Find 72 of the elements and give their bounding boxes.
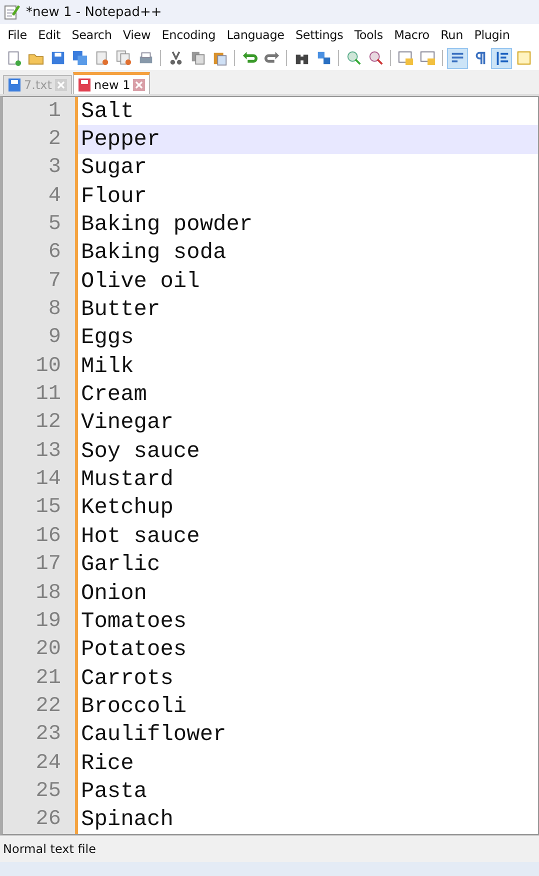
line-number: 18: [3, 578, 75, 608]
file-tab[interactable]: new 1: [72, 72, 150, 94]
word-wrap-icon[interactable]: [447, 48, 468, 68]
menu-item[interactable]: Edit: [32, 28, 66, 42]
line-text: Milk: [81, 354, 134, 379]
line-number: 7: [3, 267, 75, 296]
menu-item[interactable]: Plugin: [468, 28, 516, 42]
menu-item[interactable]: Search: [66, 28, 118, 42]
line-text: Vinegar: [81, 410, 174, 436]
line-text: Baking powder: [81, 212, 253, 238]
line-number: 22: [3, 692, 75, 721]
line-text: Tomatoes: [81, 608, 187, 634]
line-number: 5: [3, 210, 75, 239]
line-text: Flour: [81, 184, 148, 209]
line-text: Sugar: [81, 155, 148, 180]
line-number: 15: [3, 494, 75, 522]
line-number: 17: [3, 550, 75, 579]
line-number: 19: [3, 607, 75, 636]
line-text: Pasta: [81, 778, 148, 804]
line-text: Pepper: [81, 127, 160, 152]
line-text: Cream: [81, 382, 148, 408]
line-number: 14: [3, 465, 75, 494]
status-text: Normal text file: [3, 842, 96, 856]
menu-item[interactable]: Run: [434, 28, 469, 42]
line-text: Carrots: [81, 666, 174, 691]
line-number: 20: [3, 636, 75, 664]
line-text: Olive oil: [81, 268, 200, 294]
line-number: 3: [3, 154, 75, 182]
line-number: 25: [3, 777, 75, 806]
document-icon: [8, 78, 21, 92]
document-icon: [78, 78, 91, 92]
line-text: Salt: [81, 98, 134, 124]
menu-item[interactable]: Macro: [388, 28, 435, 42]
indent-guide-icon[interactable]: [491, 48, 512, 68]
line-number: 8: [3, 295, 75, 324]
line-number: 23: [3, 720, 75, 749]
menu-item[interactable]: Encoding: [156, 28, 222, 42]
line-text: Onion: [81, 580, 148, 606]
line-text: Rice: [81, 750, 134, 776]
notepad-icon: [4, 4, 20, 20]
line-text: Potatoes: [81, 637, 187, 662]
line-text: Spinach: [81, 807, 174, 832]
line-number: 13: [3, 437, 75, 466]
menu-item[interactable]: Language: [221, 28, 290, 42]
line-number: 6: [3, 238, 75, 268]
line-text: Butter: [81, 297, 160, 322]
line-text: Eggs: [81, 325, 134, 350]
menu-item[interactable]: File: [2, 28, 32, 42]
line-number: 1: [3, 97, 75, 126]
line-number: 21: [3, 664, 75, 692]
menu-item[interactable]: Settings: [290, 28, 349, 42]
line-number: 16: [3, 522, 75, 550]
line-number: 12: [3, 408, 75, 438]
line-text: Garlic: [81, 552, 160, 578]
line-text: Broccoli: [81, 694, 187, 719]
line-number: 24: [3, 748, 75, 778]
line-text: Baking soda: [81, 240, 226, 266]
line-text: Mustard: [81, 467, 174, 492]
line-text: Soy sauce: [81, 438, 200, 464]
menu-item[interactable]: View: [117, 28, 156, 42]
line-text: Ketchup: [81, 495, 174, 520]
close-icon[interactable]: [133, 78, 146, 90]
line-number: 10: [3, 352, 75, 380]
window-title: *new 1 - Notepad++: [26, 4, 162, 20]
line-number: 9: [3, 324, 75, 352]
line-number: 26: [3, 806, 75, 834]
line-number: 2: [3, 125, 75, 154]
line-text: Hot sauce: [81, 524, 200, 549]
line-number: 4: [3, 182, 75, 210]
menu-item[interactable]: Tools: [348, 28, 388, 42]
line-number: 11: [3, 380, 75, 409]
line-text: Cauliflower: [81, 722, 226, 748]
